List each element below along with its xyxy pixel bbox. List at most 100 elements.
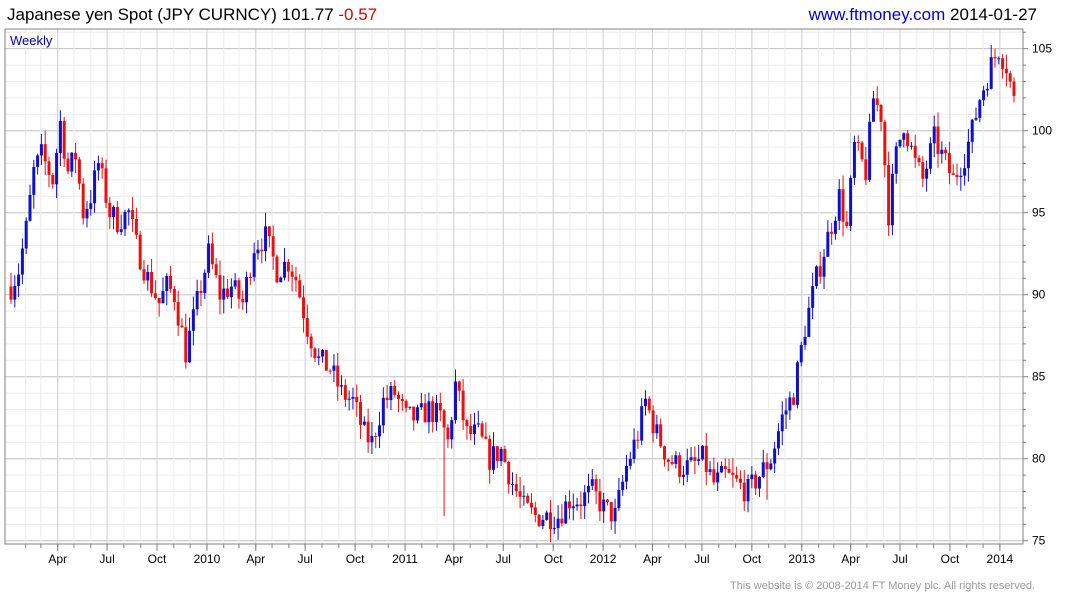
candle-body [343, 385, 347, 400]
candle-body [142, 269, 146, 281]
candle-body [28, 194, 32, 221]
candle-body [541, 519, 545, 527]
candle-body [355, 396, 359, 403]
candle-body [264, 226, 268, 252]
candle-body [229, 286, 233, 298]
candle-body [640, 406, 644, 441]
candle-body [351, 396, 355, 399]
candle-body [590, 479, 594, 486]
candle-body [944, 149, 948, 154]
candle-body [43, 144, 47, 162]
candle-body [723, 466, 727, 469]
candle-body [567, 501, 571, 509]
candle-body [13, 285, 17, 300]
candle-body [51, 175, 55, 185]
candle-body [157, 298, 161, 304]
candle-body [207, 243, 211, 273]
candle-body [104, 168, 108, 203]
candle-body [985, 88, 989, 91]
candle-body [70, 152, 74, 172]
candle-body [389, 386, 393, 401]
candle-body [62, 120, 66, 159]
candle-body [970, 119, 974, 142]
candle-body [662, 446, 666, 460]
candle-body [647, 398, 651, 411]
candle-body [85, 208, 89, 219]
candle-body [712, 469, 716, 483]
candle-body [495, 446, 499, 462]
candle-body [602, 499, 606, 512]
candle-body [404, 401, 408, 408]
y-tick-label: 75 [1032, 534, 1046, 548]
candle-body [875, 98, 879, 105]
candle-body [435, 403, 439, 423]
candle-body [397, 394, 401, 399]
candle-body [518, 491, 522, 497]
candle-body [963, 168, 967, 176]
candle-body [757, 476, 761, 489]
candle-body [754, 474, 758, 489]
x-tick-label: 2011 [392, 552, 418, 566]
candle-body [560, 518, 564, 524]
x-tick-label: Jul [892, 552, 907, 566]
candle-body [974, 117, 978, 120]
candle-body [340, 385, 344, 387]
candle-body [336, 365, 340, 387]
candle-body [309, 336, 313, 349]
candle-body [887, 165, 891, 226]
candle-body [776, 431, 780, 449]
candle-body [381, 397, 385, 426]
x-tick-label: Oct [148, 552, 167, 566]
candle-body [321, 350, 325, 357]
y-tick-label: 85 [1032, 370, 1046, 384]
candle-body [332, 365, 336, 371]
candle-body [492, 446, 496, 470]
candle-body [260, 249, 264, 252]
candle-body [442, 410, 446, 428]
candle-body [134, 219, 138, 235]
candle-body [328, 370, 332, 372]
candle-body [773, 448, 777, 464]
candle-body [818, 266, 822, 277]
candle-body [195, 290, 199, 310]
y-tick-label: 80 [1032, 452, 1046, 466]
candle-body [849, 177, 853, 226]
candle-body [180, 325, 184, 328]
candle-body [799, 345, 803, 363]
candle-body [769, 463, 773, 470]
y-tick-label: 105 [1032, 42, 1052, 56]
y-tick-label: 95 [1032, 206, 1046, 220]
candle-body [233, 280, 237, 287]
candle-body [951, 173, 955, 175]
candle-body [275, 256, 279, 283]
candle-body [609, 502, 613, 522]
candle-body [837, 189, 841, 221]
candle-body [678, 455, 682, 477]
candle-body [108, 202, 112, 218]
candle-body [852, 141, 856, 178]
candle-body [826, 231, 830, 257]
candle-body [446, 427, 450, 440]
candle-body [423, 403, 427, 423]
candle-body [131, 210, 135, 220]
candle-body [115, 206, 119, 232]
candle-body [982, 90, 986, 101]
candle-body [93, 170, 97, 204]
candle-body [476, 423, 480, 425]
candle-body [347, 398, 351, 400]
candle-body [989, 57, 993, 89]
candle-body [100, 163, 104, 169]
candle-body [374, 436, 378, 438]
candle-body [883, 121, 887, 166]
candle-body [716, 472, 720, 483]
candle-body [792, 397, 796, 405]
x-tick-label: Apr [445, 552, 464, 566]
candle-body [362, 421, 366, 425]
candle-body [119, 229, 123, 232]
candle-body [913, 145, 917, 158]
y-tick-label: 90 [1032, 288, 1046, 302]
candle-body [427, 401, 431, 423]
candle-body [890, 173, 894, 226]
x-tick-label: Oct [743, 552, 762, 566]
candle-body [1008, 73, 1012, 82]
